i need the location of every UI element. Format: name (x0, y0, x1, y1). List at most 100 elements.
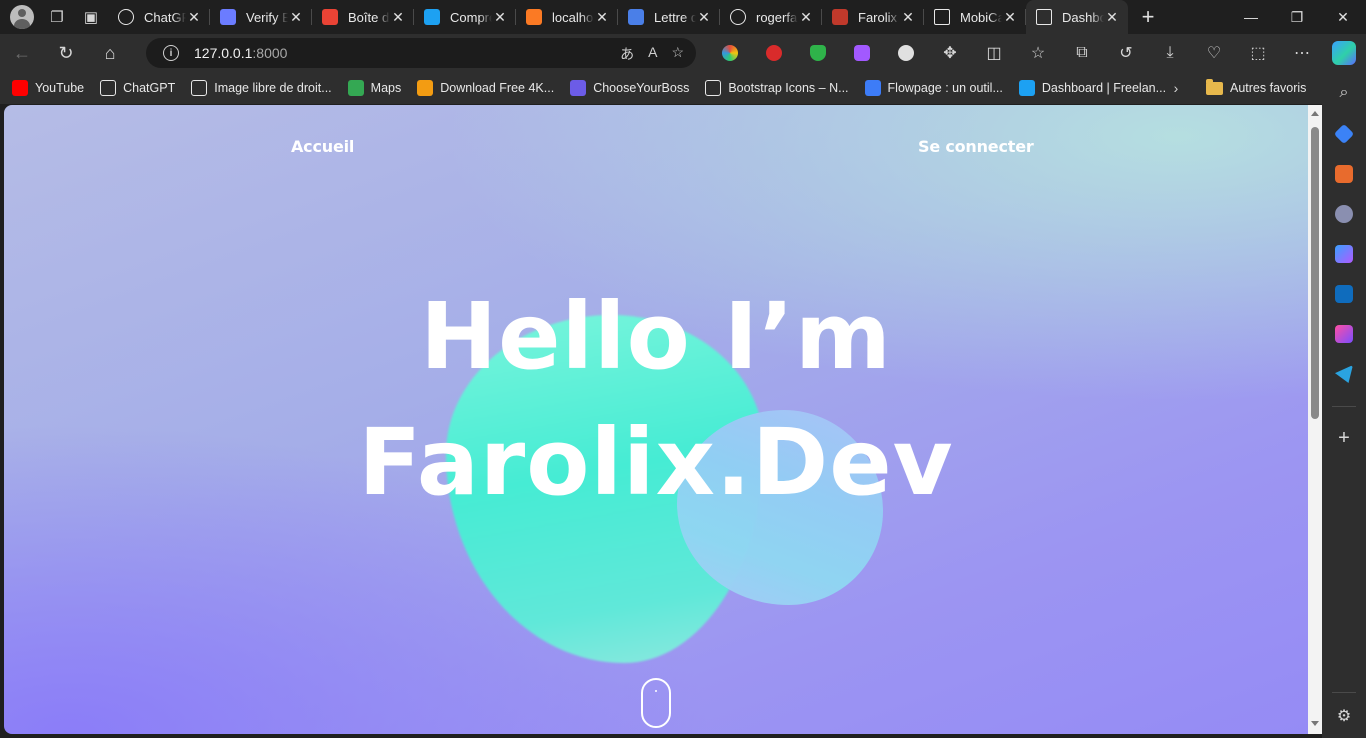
nav-link-login[interactable]: Se connecter (918, 137, 1034, 156)
nav-link-home[interactable]: Accueil (291, 137, 354, 156)
translate-icon[interactable]: あ (620, 44, 634, 64)
bookmark-item[interactable]: Flowpage : un outil... (857, 72, 1011, 104)
extensions-puzzle-icon[interactable]: ✥ (928, 34, 972, 72)
tab-title: Comprendre (450, 9, 492, 25)
page-scrollbar[interactable] (1308, 105, 1322, 734)
search-icon[interactable]: ⌕ (1333, 82, 1355, 104)
performance-icon[interactable]: ♡ (1192, 34, 1236, 72)
bird-icon (424, 9, 440, 25)
scrollbar-thumb[interactable] (1311, 127, 1319, 419)
tab-title: MobiCash (960, 9, 1002, 25)
copilot-icon[interactable] (1332, 41, 1356, 65)
tab-bar: ❐ ▣ ChatGPT✕Verify Email✕Boîte de récept… (0, 0, 1366, 34)
more-options-icon[interactable]: ⋯ (1280, 34, 1324, 72)
hero-line-2: Farolix.Dev (358, 409, 954, 516)
home-button[interactable]: ⌂ (88, 34, 132, 72)
browser-tab[interactable]: ChatGPT✕ (108, 0, 210, 34)
profile-avatar[interactable] (10, 5, 34, 29)
url-port: :8000 (252, 45, 288, 61)
tab-close-icon[interactable]: ✕ (288, 9, 304, 26)
minimize-button[interactable]: — (1228, 0, 1274, 34)
collections-icon[interactable]: ⧉ (1060, 34, 1104, 72)
other-favorites-folder[interactable]: Autres favoris (1206, 72, 1306, 104)
tab-title: localhost (552, 9, 594, 25)
bookmark-item[interactable]: Dashboard | Freelan... (1011, 72, 1174, 104)
favorite-star-icon[interactable]: ☆ (671, 44, 684, 64)
shopping-tag-icon[interactable] (1333, 123, 1355, 145)
f-icon (705, 80, 722, 96)
tools-briefcase-icon[interactable] (1333, 163, 1355, 185)
restore-button[interactable]: ❐ (1274, 0, 1320, 34)
bookmark-item[interactable]: Maps (340, 72, 410, 104)
gmail-icon (322, 9, 338, 25)
hero-line-1: Hello I’m (420, 283, 892, 390)
scroll-down-arrow-icon[interactable] (1311, 721, 1319, 726)
tab-close-icon[interactable]: ✕ (492, 9, 508, 26)
tab-close-icon[interactable]: ✕ (186, 9, 202, 26)
bookmark-item[interactable]: ChooseYourBoss (562, 72, 697, 104)
purple-extension-icon[interactable] (840, 34, 884, 72)
telegram-icon[interactable] (1333, 363, 1355, 385)
browser-tab[interactable]: Farolix ✕ (822, 0, 924, 34)
copilot-sidebar-icon[interactable] (1333, 243, 1355, 265)
bookmarks-bar: YouTube ChatGPT Image libre de droit... Map… (0, 72, 1322, 104)
browser-tab[interactable]: Boîte de réception✕ (312, 0, 414, 34)
bookmark-label: ChooseYourBoss (593, 81, 690, 95)
adblock-extension-icon[interactable] (752, 34, 796, 72)
add-sidebar-app-icon[interactable]: + (1333, 427, 1355, 449)
downloads-icon[interactable]: ⤓ (1148, 34, 1192, 72)
farolix-icon (832, 9, 848, 25)
browser-tab[interactable]: localhost✕ (516, 0, 618, 34)
new-tab-button[interactable]: + (1128, 0, 1168, 34)
history-icon[interactable]: ↺ (1104, 34, 1148, 72)
designer-icon[interactable] (1333, 323, 1355, 345)
read-aloud-icon[interactable]: A (648, 44, 657, 64)
back-button[interactable]: ← (0, 34, 44, 72)
screenshot-icon[interactable]: ⬚ (1236, 34, 1280, 72)
sidebar-settings-gear-icon[interactable]: ⚙ (1333, 705, 1355, 727)
docs-icon (628, 9, 644, 25)
url-text[interactable]: 127.0.0.1:8000 (194, 45, 287, 61)
close-window-button[interactable]: ✕ (1320, 0, 1366, 34)
scroll-down-mouse-icon[interactable] (641, 678, 671, 728)
browser-tab[interactable]: Comprendre✕ (414, 0, 516, 34)
tab-close-icon[interactable]: ✕ (390, 9, 406, 26)
chatgpt-icon (100, 80, 117, 96)
split-screen-icon[interactable]: ◫ (972, 34, 1016, 72)
vertical-tabs-icon[interactable]: ▣ (76, 2, 106, 32)
tab-close-icon[interactable]: ✕ (594, 9, 610, 26)
address-bar-actions: あ A ☆ (620, 44, 684, 64)
record-extension-icon[interactable] (884, 34, 928, 72)
scroll-up-arrow-icon[interactable] (1311, 111, 1319, 116)
refresh-button[interactable]: ↻ (44, 34, 88, 72)
browser-tab[interactable]: Dashboard✕ (1026, 0, 1128, 34)
extensions-area: ✥ ◫ ☆ ⧉ ↺ ⤓ ♡ ⬚ ⋯ (708, 34, 1324, 72)
workspaces-icon[interactable]: ❐ (42, 2, 72, 32)
colorzilla-extension-icon[interactable] (708, 34, 752, 72)
site-info-icon[interactable]: i (163, 45, 179, 61)
page-icon (934, 9, 950, 25)
browser-tab[interactable]: rogerfarolix✕ (720, 0, 822, 34)
tab-close-icon[interactable]: ✕ (1104, 9, 1120, 26)
shield-extension-icon[interactable] (796, 34, 840, 72)
outlook-icon[interactable] (1333, 283, 1355, 305)
favorites-icon[interactable]: ☆ (1016, 34, 1060, 72)
tab-close-icon[interactable]: ✕ (1002, 9, 1018, 26)
tab-close-icon[interactable]: ✕ (696, 9, 712, 26)
games-icon[interactable] (1333, 203, 1355, 225)
tab-title: Farolix (858, 9, 898, 25)
browser-tab[interactable]: Lettre de motivation✕ (618, 0, 720, 34)
bookmark-item[interactable]: Image libre de droit... (183, 72, 339, 104)
browser-tab[interactable]: MobiCash✕ (924, 0, 1026, 34)
bookmark-item[interactable]: ChatGPT (92, 72, 183, 104)
tab-close-icon[interactable]: ✕ (900, 9, 916, 26)
tab-close-icon[interactable]: ✕ (798, 9, 814, 26)
bookmark-item[interactable]: Download Free 4K... (409, 72, 562, 104)
bookmarks-overflow-chevron-icon[interactable]: › (1166, 72, 1186, 104)
bookmark-item[interactable]: YouTube (4, 72, 92, 104)
p-icon (417, 80, 434, 96)
address-bar[interactable]: i 127.0.0.1:8000 あ A ☆ (146, 38, 696, 68)
browser-tab[interactable]: Verify Email✕ (210, 0, 312, 34)
bookmark-label: Download Free 4K... (440, 81, 555, 95)
bookmark-item[interactable]: Bootstrap Icons – N... (697, 72, 856, 104)
